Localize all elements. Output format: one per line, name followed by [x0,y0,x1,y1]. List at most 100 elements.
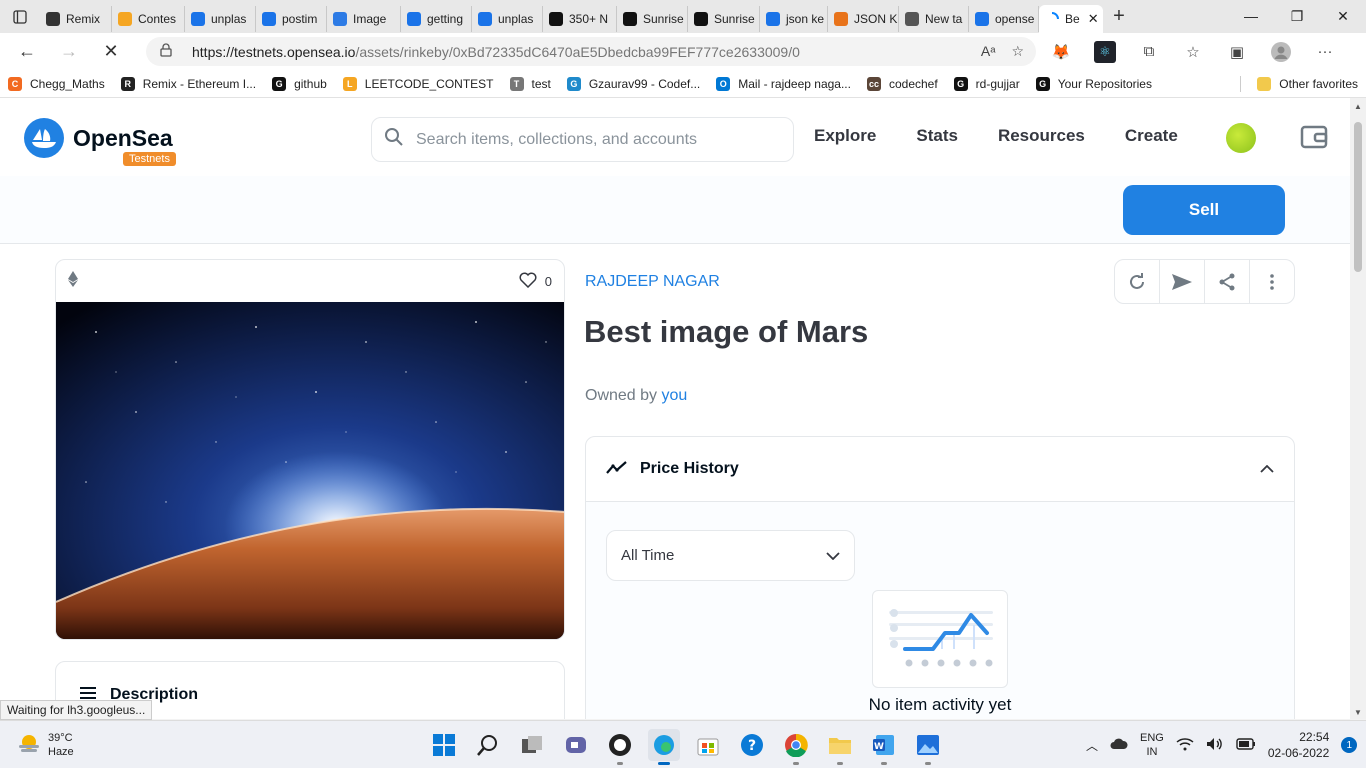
istock-icon [694,12,708,26]
onedrive-cloud-icon[interactable] [1110,738,1128,753]
user-avatar[interactable] [1226,123,1256,153]
browser-tab[interactable]: Image [327,6,401,32]
browser-tab[interactable]: unplas [472,6,543,32]
other-favorites[interactable]: Other favorites [1249,76,1366,91]
search-box[interactable] [371,117,794,162]
favorite-star-icon[interactable]: ☆ [1011,43,1024,60]
sell-button[interactable]: Sell [1123,185,1285,235]
close-window-icon[interactable]: ✕ [1320,8,1366,25]
language-indicator[interactable]: ENG IN [1140,731,1164,759]
bookmark-favicon-icon: G [566,76,581,91]
browser-tab[interactable]: JSON K [828,6,899,32]
scroll-up-icon[interactable]: ▲ [1354,102,1362,111]
read-aloud-icon[interactable]: Aᵃ [981,43,996,60]
chrome-icon[interactable] [780,729,812,765]
tab-actions-icon[interactable] [0,0,40,33]
react-devtools-icon[interactable]: ⚛ [1094,40,1116,63]
nav-explore[interactable]: Explore [814,126,876,146]
nav-create[interactable]: Create [1125,126,1178,146]
profile-avatar-icon[interactable] [1270,41,1292,63]
metamask-icon[interactable]: 🦊 [1050,41,1072,63]
refresh-icon[interactable] [1115,260,1160,303]
browser-tab[interactable]: Sunrise [617,6,688,32]
nav-stats[interactable]: Stats [916,126,958,146]
browser-tab[interactable]: Remix [40,6,112,32]
istock-icon [623,12,637,26]
empty-chart-illustration [872,590,1008,688]
mars-image[interactable] [56,302,565,640]
main-nav: Explore Stats Resources Create [814,126,1178,146]
collections-icon[interactable]: ▣ [1226,41,1248,63]
page-scrollbar[interactable]: ▲ ▼ [1350,98,1366,719]
url-field[interactable]: https://testnets.opensea.io/assets/rinke… [146,37,1036,66]
show-hidden-icons-icon[interactable]: ︿ [1086,737,1098,754]
extensions-icon[interactable]: ⧉ [1138,41,1160,63]
search-icon [191,12,205,26]
browser-tab[interactable]: opense [969,6,1039,32]
tab-active[interactable]: Be ✕ [1039,5,1103,33]
file-explorer-icon[interactable] [824,729,856,765]
teams-chat-icon[interactable] [560,729,592,761]
windows-taskbar: 39°C Haze ? W ︿ ENG IN 22:54 02-06-2022 … [0,720,1366,768]
bookmark-item[interactable]: Ttest [502,76,559,91]
browser-tab[interactable]: Sunrise [688,6,760,32]
bookmark-item[interactable]: C Chegg_Maths [0,76,113,91]
more-menu-icon[interactable]: ··· [1314,41,1336,63]
favorites-icon[interactable]: ☆ [1182,41,1204,63]
volume-icon[interactable] [1206,737,1224,754]
transfer-icon[interactable] [1160,260,1205,303]
bookmark-item[interactable]: Grd-gujjar [946,76,1028,91]
browser-tab-title: JSON K [854,12,898,26]
bookmark-item[interactable]: G Your Repositories [1028,76,1160,91]
owner-action-bar: Sell [0,176,1350,244]
chevron-up-icon[interactable] [1260,460,1274,478]
close-tab-icon[interactable]: ✕ [1088,11,1099,27]
github-desktop-icon[interactable] [604,729,636,765]
search-input[interactable] [416,130,776,149]
photos-icon[interactable] [912,729,944,765]
browser-tab[interactable]: json ke [760,6,828,32]
share-icon[interactable] [1205,260,1250,303]
scroll-thumb[interactable] [1354,122,1362,272]
weather-widget[interactable]: 39°C Haze [18,731,74,759]
browser-tab[interactable]: Contes [112,6,185,32]
battery-icon[interactable] [1236,737,1256,753]
no-activity-text: No item activity yet [868,695,1012,714]
edge-browser-icon[interactable] [648,729,680,765]
wallet-icon[interactable] [1300,123,1328,156]
browser-tab[interactable]: postim [256,6,327,32]
favorite-counter[interactable]: 0 [519,272,552,291]
bookmark-item[interactable]: O Mail - rajdeep naga... [708,76,859,91]
browser-tab[interactable]: unplas [185,6,256,32]
bookmark-item[interactable]: R Remix - Ethereum I... [113,76,264,91]
browser-tab[interactable]: New ta [899,6,969,32]
get-help-icon[interactable]: ? [736,729,768,761]
new-tab-button[interactable]: + [1103,5,1135,28]
back-icon[interactable]: ← [6,41,48,62]
more-options-icon[interactable] [1250,260,1294,303]
browser-tab[interactable]: getting [401,6,472,32]
stop-loading-icon[interactable]: ✕ [90,41,132,62]
price-history-header[interactable]: Price History [586,437,1294,502]
notification-badge[interactable]: 1 [1341,737,1358,753]
nav-resources[interactable]: Resources [998,126,1085,146]
clock[interactable]: 22:54 02-06-2022 [1268,729,1329,761]
bookmark-item[interactable]: L LEETCODE_CONTEST [335,76,502,91]
browser-tab[interactable]: 350+ N [543,6,617,32]
scroll-down-icon[interactable]: ▼ [1354,708,1362,717]
minimize-icon[interactable]: — [1228,8,1274,25]
forward-icon[interactable]: → [48,41,90,62]
restore-icon[interactable]: ❐ [1274,8,1320,25]
task-view-icon[interactable] [516,729,548,761]
wifi-icon[interactable] [1176,737,1194,754]
microsoft-store-icon[interactable] [692,729,724,761]
bookmark-item[interactable]: Ggithub [264,76,335,91]
taskbar-search-icon[interactable] [472,729,504,761]
collection-link[interactable]: RAJDEEP NAGAR [585,273,720,291]
start-menu-icon[interactable] [428,729,460,761]
bookmark-item[interactable]: cc codechef [859,76,946,91]
bookmark-item[interactable]: G Gzaurav99 - Codef... [559,76,708,91]
owner-link[interactable]: you [662,387,688,404]
time-range-select[interactable]: All Time [606,530,855,581]
word-icon[interactable]: W [868,729,900,765]
